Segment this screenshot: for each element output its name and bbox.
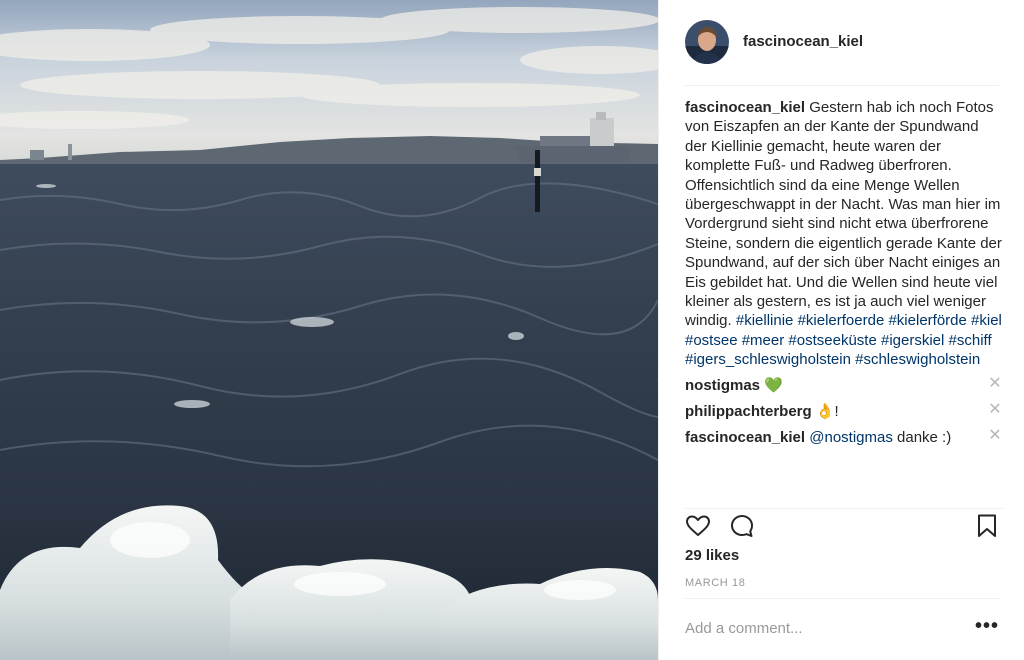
hashtag-link[interactable]: #kielerförde [888, 312, 966, 329]
comment-text: 💚 [760, 376, 783, 394]
hashtag-link[interactable]: #schleswigholstein [855, 351, 980, 368]
likes-count[interactable]: 29 likes [685, 547, 739, 564]
avatar[interactable] [685, 20, 729, 64]
comment-text: danke :) [892, 428, 952, 446]
post-date: MARCH 18 [685, 577, 746, 589]
mention-link[interactable]: @nostigmas [809, 429, 893, 446]
close-icon[interactable]: ✕ [987, 375, 1003, 392]
action-bar [685, 508, 1003, 544]
hashtag-link[interactable]: #meer [742, 332, 785, 349]
avatar-image [685, 20, 729, 64]
comment-username-link[interactable]: nostigmas [685, 377, 760, 394]
comment-item: nostigmas 💚 ✕ [685, 375, 1003, 402]
hashtag-link[interactable]: #ostsee [685, 332, 738, 349]
comment-input[interactable] [685, 617, 955, 639]
post-caption: fascinocean_kiel Gestern hab ich noch Fo… [685, 98, 1003, 370]
comments-list[interactable]: fascinocean_kiel Gestern hab ich noch Fo… [685, 98, 1003, 502]
comment-item: fascinocean_kiel @nostigmas danke :) ✕ [685, 427, 1003, 454]
hashtag-link[interactable]: #igerskiel [881, 332, 944, 349]
add-comment-section: ••• [685, 598, 999, 656]
comment-username-link[interactable]: fascinocean_kiel [685, 429, 805, 446]
hashtag-link[interactable]: #igers_schleswigholstein [685, 351, 851, 368]
caption-text: Gestern hab ich noch Fotos von Eiszapfen… [685, 99, 1002, 330]
heart-icon[interactable] [685, 513, 711, 544]
comment-username-link[interactable]: philippachterberg [685, 403, 812, 420]
post-details-panel: fascinocean_kiel fascinocean_kiel Gester… [658, 0, 1024, 660]
hashtag-link[interactable]: #schiff [949, 332, 992, 349]
comment-text: 👌! [811, 402, 839, 420]
post-header: fascinocean_kiel [685, 20, 999, 86]
bookmark-icon[interactable] [975, 513, 999, 544]
hashtag-link[interactable]: #ostseeküste [788, 332, 876, 349]
hashtag-link[interactable]: #kiellinie [736, 312, 794, 329]
hashtag-link[interactable]: #kiel [971, 312, 1002, 329]
post-photo[interactable] [0, 0, 658, 660]
more-options-icon[interactable]: ••• [975, 616, 999, 636]
close-icon[interactable]: ✕ [987, 401, 1003, 418]
header-username-link[interactable]: fascinocean_kiel [743, 33, 863, 50]
close-icon[interactable]: ✕ [987, 427, 1003, 444]
speech-bubble-icon[interactable] [729, 513, 755, 544]
post-image [0, 0, 658, 660]
comment-item: philippachterberg 👌! ✕ [685, 401, 1003, 428]
hashtag-link[interactable]: #kielerfoerde [798, 312, 885, 329]
caption-username-link[interactable]: fascinocean_kiel [685, 99, 805, 116]
